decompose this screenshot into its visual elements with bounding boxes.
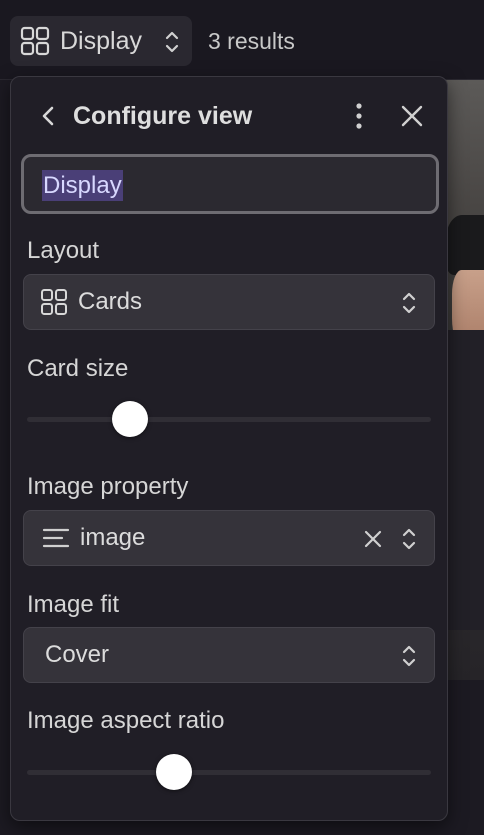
layout-value: Cards xyxy=(78,288,143,315)
card-size-slider[interactable] xyxy=(27,397,431,441)
view-name-value: Display xyxy=(42,170,123,201)
slider-thumb[interactable] xyxy=(111,401,148,437)
panel-header: Configure view xyxy=(11,77,447,155)
image-fit-label: Image fit xyxy=(27,591,120,618)
layout-label: Layout xyxy=(27,237,100,264)
slider-track xyxy=(27,417,431,422)
image-property-label: Image property xyxy=(27,473,189,500)
chevron-updown-icon xyxy=(402,292,416,314)
configure-view-panel: Configure view Display Layout Cards Card… xyxy=(10,76,448,821)
panel-title: Configure view xyxy=(73,102,253,130)
chevron-updown-icon xyxy=(165,31,179,53)
image-property-value: image xyxy=(80,524,146,551)
chevron-updown-icon xyxy=(402,528,416,550)
image-fit-select[interactable]: Cover xyxy=(23,627,435,683)
display-view-label: Display xyxy=(60,26,142,55)
image-aspect-ratio-slider[interactable] xyxy=(27,750,431,794)
text-lines-icon xyxy=(42,528,70,548)
grid-icon xyxy=(20,26,50,56)
display-view-button[interactable]: Display xyxy=(10,16,192,66)
close-icon[interactable] xyxy=(401,105,423,127)
image-fit-value: Cover xyxy=(45,641,110,668)
top-toolbar: Display 3 results xyxy=(0,0,484,80)
view-name-input[interactable]: Display xyxy=(21,154,439,214)
image-property-select[interactable]: image xyxy=(23,510,435,566)
layout-select[interactable]: Cards xyxy=(23,274,435,330)
image-aspect-ratio-label: Image aspect ratio xyxy=(27,707,225,734)
card-size-label: Card size xyxy=(27,355,129,382)
grid-icon xyxy=(41,289,67,315)
slider-track xyxy=(27,770,431,775)
chevron-left-icon[interactable] xyxy=(39,103,57,129)
clear-icon[interactable] xyxy=(364,530,382,548)
more-vertical-icon[interactable] xyxy=(351,101,367,131)
slider-thumb[interactable] xyxy=(155,754,192,790)
chevron-updown-icon xyxy=(402,645,416,667)
results-count: 3 results xyxy=(208,28,295,54)
